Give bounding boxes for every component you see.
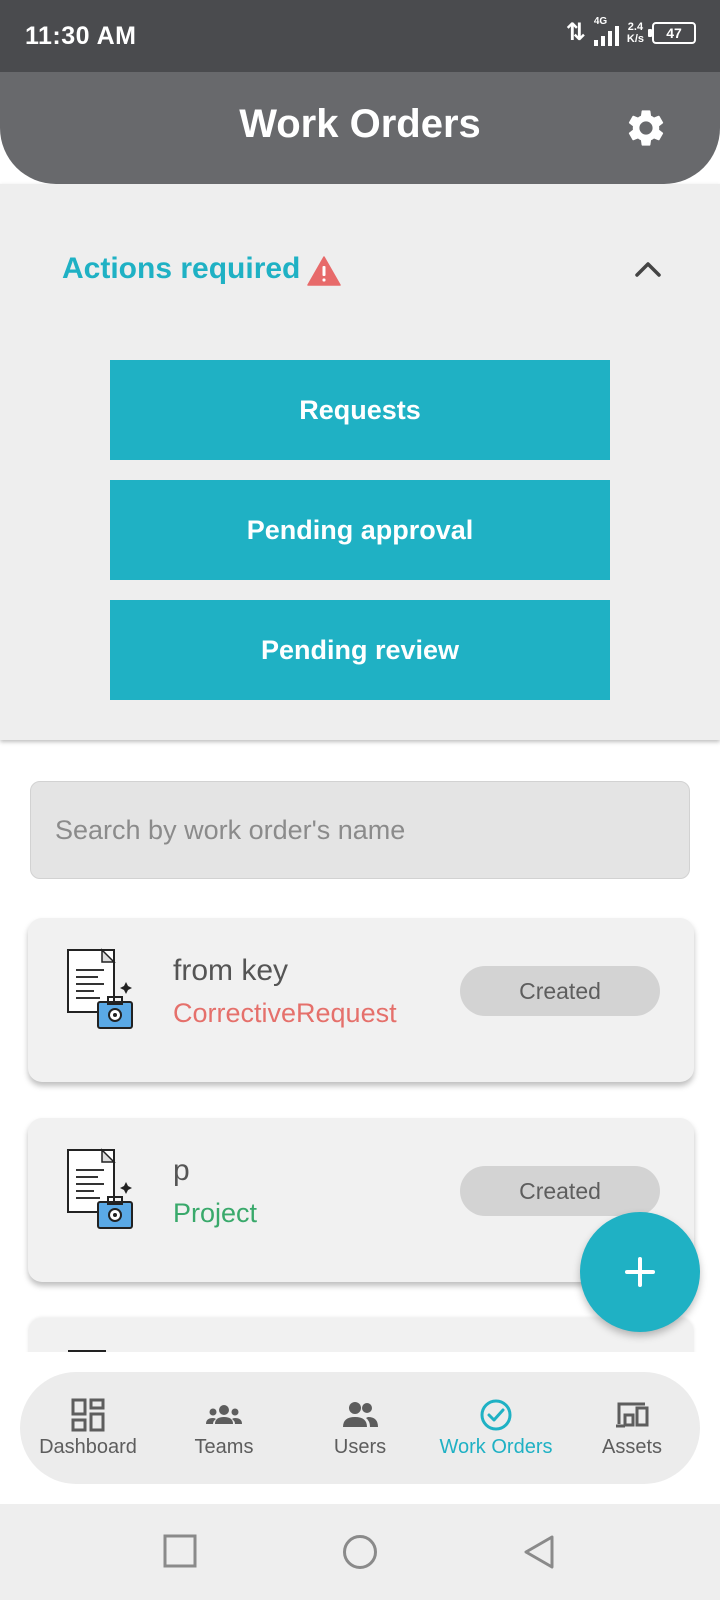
nav-label: Work Orders [439,1435,553,1458]
battery-level: 47 [666,25,682,41]
plus-icon [625,1257,655,1287]
pending-review-button[interactable]: Pending review [110,600,610,700]
data-activity-icon: ⇅ [565,19,586,46]
network-type: 4G [593,16,608,27]
settings-button[interactable] [624,106,668,150]
teams-icon [206,1404,242,1424]
search-input[interactable] [31,782,689,878]
work-order-name: from key [173,954,289,987]
nav-label: Users [333,1435,387,1458]
app-bar: Work Orders [0,72,720,184]
bottom-nav-area: Dashboard Teams Users Work Orders Assets [0,1352,720,1504]
page-title: Work Orders [239,102,481,146]
recents-icon[interactable] [163,1534,197,1568]
actions-required-panel: Actions required Requests Pending approv… [0,184,720,740]
nav-item-teams[interactable]: Teams [156,1372,292,1484]
devices-icon [616,1402,649,1427]
add-work-order-button[interactable] [580,1212,700,1332]
nav-label: Assets [601,1435,663,1458]
battery-icon: 47 [648,22,696,44]
chevron-up-icon[interactable] [634,260,662,278]
back-icon[interactable] [522,1534,556,1570]
work-order-icon [67,948,133,1029]
search-box [30,781,690,879]
work-order-icon [67,1148,133,1229]
nav-item-work-orders[interactable]: Work Orders [428,1372,564,1484]
check-circle-icon [480,1399,512,1430]
status-badge: Created [460,966,660,1016]
status-time: 11:30 AM [25,22,137,50]
home-icon[interactable] [342,1534,378,1570]
network-speed-value: 2.4 [627,21,644,33]
status-indicators: ⇅ 4G 2.4 K/s 47 [565,16,696,46]
work-order-type: Project [173,1198,258,1228]
gear-icon [628,110,664,146]
warning-icon [307,256,341,286]
work-order-name: p [173,1154,190,1187]
nav-label: Dashboard [39,1435,137,1458]
users-icon [343,1401,378,1427]
nav-item-assets[interactable]: Assets [564,1372,700,1484]
pending-approval-button[interactable]: Pending approval [110,480,610,580]
network-speed: 2.4 K/s [627,21,644,45]
nav-label: Teams [194,1435,254,1458]
status-badge: Created [460,1166,660,1216]
actions-required-title[interactable]: Actions required [62,252,300,286]
system-nav-bar [0,1504,720,1600]
nav-item-dashboard[interactable]: Dashboard [20,1372,156,1484]
work-order-card[interactable]: from key CorrectiveRequest Created [28,918,694,1082]
nav-item-users[interactable]: Users [292,1372,428,1484]
bottom-nav: Dashboard Teams Users Work Orders Assets [20,1372,700,1484]
dashboard-icon [71,1398,105,1431]
work-order-type: CorrectiveRequest [173,998,397,1028]
requests-button[interactable]: Requests [110,360,610,460]
status-bar: 11:30 AM ⇅ 4G 2.4 K/s 47 [0,0,720,72]
network-speed-unit: K/s [626,33,644,45]
signal-icon: 4G [593,16,619,46]
